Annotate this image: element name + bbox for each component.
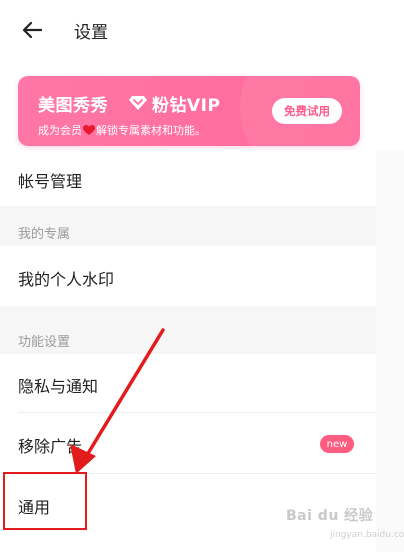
section-label: 我的专属 (18, 227, 71, 242)
section-header-mine: 我的专属 (0, 206, 376, 246)
section-header-features: 功能设置 (0, 306, 376, 354)
vip-tier: 粉钻VIP (152, 96, 221, 116)
vip-description: 成为会员 解锁专属素材和功能。 (38, 122, 206, 138)
right-edge (376, 150, 404, 552)
baidu-watermark-url: jingyan.baidu.com (330, 530, 404, 540)
row-label: 我的个人水印 (18, 270, 115, 289)
settings-row-privacy[interactable]: 隐私与通知 (0, 354, 376, 412)
row-label: 通用 (18, 498, 51, 517)
arrow-left-icon (22, 21, 42, 39)
settings-row-my-watermark[interactable]: 我的个人水印 (0, 246, 376, 306)
diamond-icon (129, 96, 147, 110)
heart-icon (83, 124, 95, 135)
new-badge: new (320, 435, 354, 453)
vip-desc-prefix: 成为会员 (38, 124, 82, 137)
section-label: 功能设置 (18, 335, 71, 350)
vip-brand: 美图秀秀 (38, 96, 108, 116)
row-label: 帐号管理 (18, 172, 83, 191)
row-label: 移除广告 (18, 437, 83, 456)
back-button[interactable] (18, 16, 46, 44)
row-label: 隐私与通知 (18, 377, 99, 396)
free-trial-button[interactable]: 免费试用 (272, 98, 342, 124)
baidu-watermark: Bai du 经验 (286, 508, 374, 524)
page-title: 设置 (74, 23, 108, 43)
settings-row-account[interactable]: 帐号管理 (0, 150, 376, 206)
header: 设置 (0, 0, 404, 58)
vip-desc-suffix: 解锁专属素材和功能。 (96, 124, 206, 137)
